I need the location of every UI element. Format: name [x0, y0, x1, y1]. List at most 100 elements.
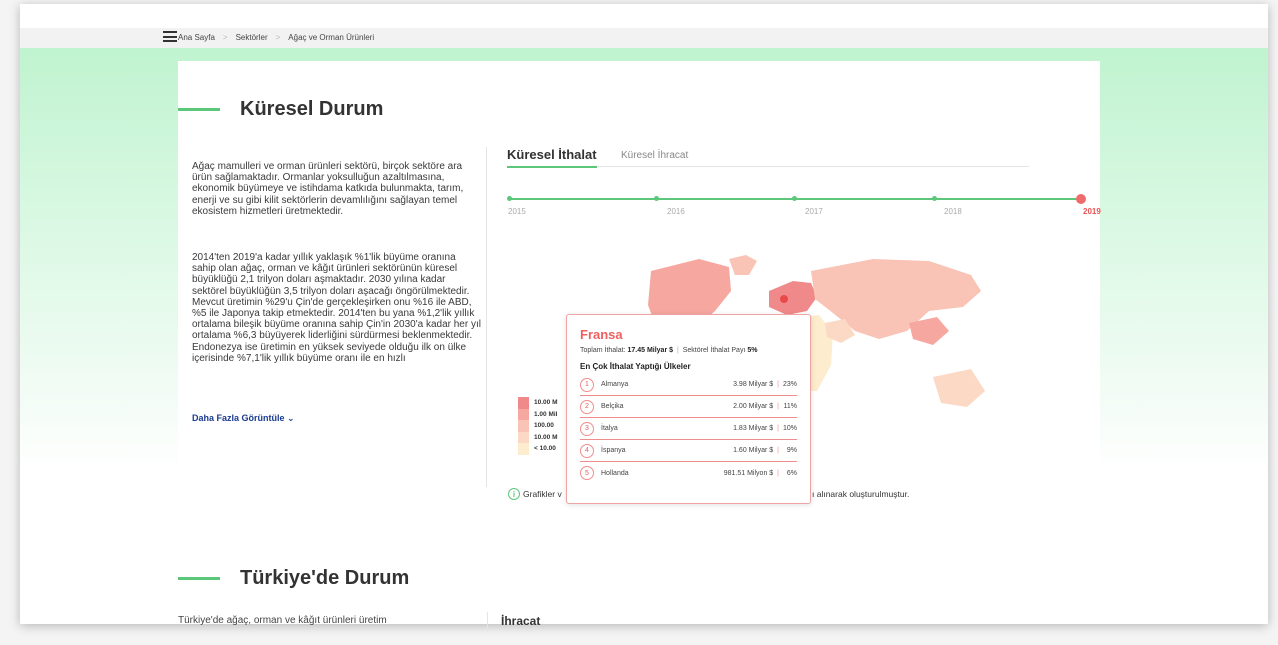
year-label-selected: 2019: [1083, 207, 1101, 216]
row-divider: |: [777, 403, 779, 410]
map-region-europe: [769, 281, 817, 315]
rank-badge: 3: [580, 421, 594, 436]
partner-share: 23%: [783, 381, 798, 388]
legend-label: < 10.00: [534, 445, 556, 453]
partner-share: 9%: [786, 447, 797, 454]
total-import-label: Toplam İthalat:: [580, 347, 626, 354]
top-importers-list: 1 Almanya 3.98 Milyar $ | 23% 2 Belçika …: [580, 374, 797, 484]
legend-row: 10.00 M: [518, 397, 558, 409]
title-accent-bar: [178, 108, 220, 111]
rank-badge: 4: [580, 443, 594, 458]
legend-label: 1.00 Mil: [534, 410, 558, 418]
global-section-title: Küresel Durum: [178, 98, 383, 121]
turkey-section-title: Türkiye'de Durum: [178, 567, 409, 590]
summary-divider: |: [676, 347, 679, 354]
partner-value: 1.60 Milyar $: [733, 447, 774, 454]
note-start-text: Grafikler v: [523, 489, 562, 499]
year-label: 2018: [944, 207, 962, 216]
partner-share: 11%: [783, 403, 798, 410]
breadcrumb-bar: Ana Sayfa > Sektörler > Ağaç ve Orman Ür…: [20, 28, 1268, 48]
partner-value: 1.83 Milyar $: [733, 425, 774, 432]
partner-share: 10%: [783, 425, 798, 432]
map-region-greenland: [729, 255, 757, 275]
data-source-note: i Grafikler v: [508, 488, 562, 500]
legend-row: 1.00 Mil: [518, 408, 558, 420]
legend-row: < 10.00: [518, 443, 558, 455]
trade-tabs: Küresel İthalat Küresel İhracat: [507, 147, 1029, 168]
sector-share-label: Sektörel İthalat Payı: [682, 347, 746, 354]
screenshot-frame: Ana Sayfa > Sektörler > Ağaç ve Orman Ür…: [0, 0, 1278, 645]
title-accent-bar: [178, 577, 220, 580]
total-import-value: 17.45 Milyar $: [627, 347, 674, 354]
intro-paragraph: Ağaç mamulleri ve orman ürünleri sektörü…: [192, 161, 464, 217]
detail-paragraph: 2014'ten 2019'a kadar yıllık yaklaşık %1…: [192, 252, 481, 364]
legend-swatch: [518, 420, 529, 432]
year-dot-2019-selected[interactable]: [1076, 194, 1086, 204]
year-timeline: [507, 194, 1086, 204]
tooltip-summary: Toplam İthalat: 17.45 Milyar $ | Sektöre…: [580, 347, 797, 354]
list-item: 1 Almanya 3.98 Milyar $ | 23%: [580, 374, 797, 396]
partner-country: Belçika: [601, 403, 624, 410]
list-item: 4 İspanya 1.60 Milyar $ | 9%: [580, 440, 797, 462]
year-label: 2016: [667, 207, 685, 216]
page-title: Küresel Durum: [240, 98, 384, 120]
year-dot-2017[interactable]: [792, 196, 797, 201]
partner-share: 6%: [786, 469, 797, 477]
year-label: 2017: [805, 207, 823, 216]
legend-swatch: [518, 408, 529, 420]
breadcrumb-current[interactable]: Ağaç ve Orman Ürünleri: [288, 33, 374, 42]
map-region-australia: [933, 369, 985, 407]
partner-country: İtalya: [601, 425, 618, 432]
breadcrumb-sectors[interactable]: Sektörler: [236, 33, 268, 42]
list-item: 3 İtalya 1.83 Milyar $ | 10%: [580, 418, 797, 440]
show-more-link[interactable]: Daha Fazla Görüntüle ⌄: [192, 413, 295, 424]
info-icon: i: [508, 488, 520, 500]
partner-country: İspanya: [601, 447, 626, 454]
breadcrumb-separator: >: [275, 33, 281, 42]
breadcrumb-home[interactable]: Ana Sayfa: [178, 33, 215, 42]
partner-value: 981.51 Milyon $: [723, 469, 774, 477]
legend-label: 10.00 M: [534, 433, 558, 441]
note-end-text: ı alınarak oluşturulmuştur.: [812, 489, 910, 499]
list-item: 5 Hollanda 981.51 Milyon $ | 6%: [580, 462, 797, 484]
list-item: 2 Belçika 2.00 Milyar $ | 11%: [580, 396, 797, 418]
row-divider: |: [777, 425, 779, 432]
top-importers-heading: En Çok İthalat Yaptığı Ülkeler: [580, 362, 691, 371]
tab-global-import[interactable]: Küresel İthalat: [507, 147, 597, 168]
partner-value: 2.00 Milyar $: [733, 403, 774, 410]
turkey-intro-text: Türkiye'de ağaç, orman ve kâğıt ürünleri…: [178, 615, 387, 626]
year-dot-2015[interactable]: [507, 196, 512, 201]
partner-value: 3.98 Milyar $: [733, 381, 774, 388]
turkey-title: Türkiye'de Durum: [240, 567, 410, 589]
map-legend: 10.00 M 1.00 Mil 100.00 10.00 M < 10.00: [518, 397, 558, 455]
legend-row: 10.00 M: [518, 431, 558, 443]
map-marker-france: [780, 295, 788, 303]
row-divider: |: [777, 447, 779, 454]
rank-badge: 5: [580, 466, 594, 480]
show-more-label: Daha Fazla Görüntüle: [192, 413, 285, 423]
rank-badge: 1: [580, 377, 594, 392]
year-dot-2018[interactable]: [932, 196, 937, 201]
partner-country: Almanya: [601, 381, 629, 388]
legend-swatch: [518, 397, 529, 409]
row-divider: |: [777, 469, 779, 477]
year-label: 2015: [508, 207, 526, 216]
sector-share-value: 5%: [747, 347, 758, 354]
tooltip-country-name: Fransa: [580, 327, 623, 342]
legend-label: 10.00 M: [534, 399, 558, 407]
legend-row: 100.00: [518, 420, 558, 432]
chevron-down-icon: ⌄: [287, 413, 295, 423]
country-tooltip: Fransa Toplam İthalat: 17.45 Milyar $ | …: [566, 314, 811, 504]
breadcrumb: Ana Sayfa > Sektörler > Ağaç ve Orman Ür…: [178, 33, 374, 42]
column-divider: [486, 147, 487, 487]
rank-badge: 2: [580, 399, 594, 414]
legend-swatch: [518, 431, 529, 443]
legend-swatch: [518, 443, 529, 455]
hamburger-menu-icon[interactable]: [163, 31, 177, 42]
breadcrumb-separator: >: [222, 33, 228, 42]
year-dot-2016[interactable]: [654, 196, 659, 201]
partner-country: Hollanda: [601, 469, 629, 477]
turkey-export-heading: İhracat: [501, 614, 541, 628]
tab-global-export[interactable]: Küresel İhracat: [621, 150, 688, 161]
row-divider: |: [777, 381, 779, 388]
